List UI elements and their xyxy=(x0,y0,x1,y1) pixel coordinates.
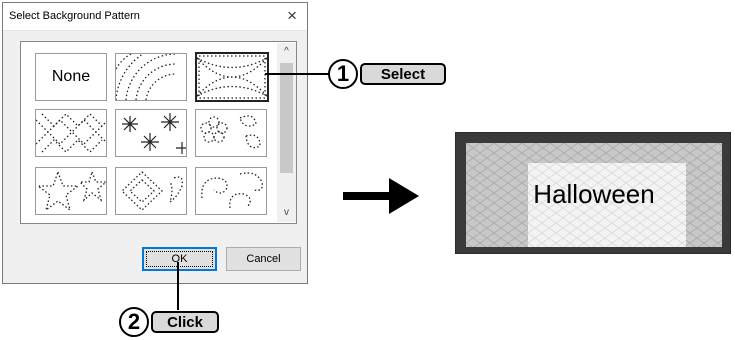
select-background-pattern-dialog: Select Background Pattern × None ^ v OK … xyxy=(2,2,308,284)
scroll-thumb[interactable] xyxy=(280,63,293,173)
callout-click-number: 2 xyxy=(119,307,149,337)
dialog-title: Select Background Pattern xyxy=(9,10,140,22)
callout-select-label: Select xyxy=(360,63,446,85)
rainbow-arcs-icon xyxy=(116,54,177,100)
pattern-list: None ^ v xyxy=(20,41,297,224)
pattern-zigzag-tile[interactable] xyxy=(35,109,107,157)
pattern-none-label: None xyxy=(51,68,91,85)
pattern-heart-diamond-tile[interactable] xyxy=(115,167,187,215)
pattern-swirl-tile[interactable] xyxy=(195,167,267,215)
pattern-snowflake-tile[interactable] xyxy=(115,109,187,157)
ok-focus-rect xyxy=(146,251,213,267)
cancel-button[interactable]: Cancel xyxy=(226,247,301,271)
callout-select-number: 1 xyxy=(328,59,358,89)
heart-diamond-icon xyxy=(121,171,183,211)
zigzag-icon xyxy=(36,113,106,153)
pattern-rainbow-arcs-tile[interactable] xyxy=(115,53,187,101)
dialog-titlebar: Select Background Pattern × xyxy=(3,3,307,31)
ok-button[interactable]: OK xyxy=(142,247,217,271)
pattern-list-scrollbar[interactable]: ^ v xyxy=(277,43,296,222)
diamond-lattice-icon xyxy=(197,55,267,99)
pattern-flower-tile[interactable] xyxy=(195,109,267,157)
pattern-star-tile[interactable] xyxy=(35,167,107,215)
scroll-down-icon[interactable]: v xyxy=(277,206,296,220)
callout-click-line xyxy=(177,262,179,310)
result-pattern-area: Halloween xyxy=(466,143,722,247)
right-arrow-icon xyxy=(343,178,419,214)
star-icon xyxy=(36,170,106,212)
callout-select-line xyxy=(265,73,329,75)
pattern-none-tile[interactable]: None xyxy=(35,53,107,101)
cancel-button-label: Cancel xyxy=(246,253,281,265)
result-preview: Halloween xyxy=(455,132,731,254)
snowflake-icon xyxy=(122,113,186,154)
scroll-up-icon[interactable]: ^ xyxy=(277,45,296,59)
close-icon[interactable]: × xyxy=(287,6,297,26)
pattern-diamond-lattice-tile[interactable] xyxy=(195,52,269,102)
callout-click-label: Click xyxy=(151,311,219,333)
swirl-icon xyxy=(201,172,263,209)
flower-icon xyxy=(200,115,261,149)
result-text: Halloween xyxy=(533,179,655,209)
